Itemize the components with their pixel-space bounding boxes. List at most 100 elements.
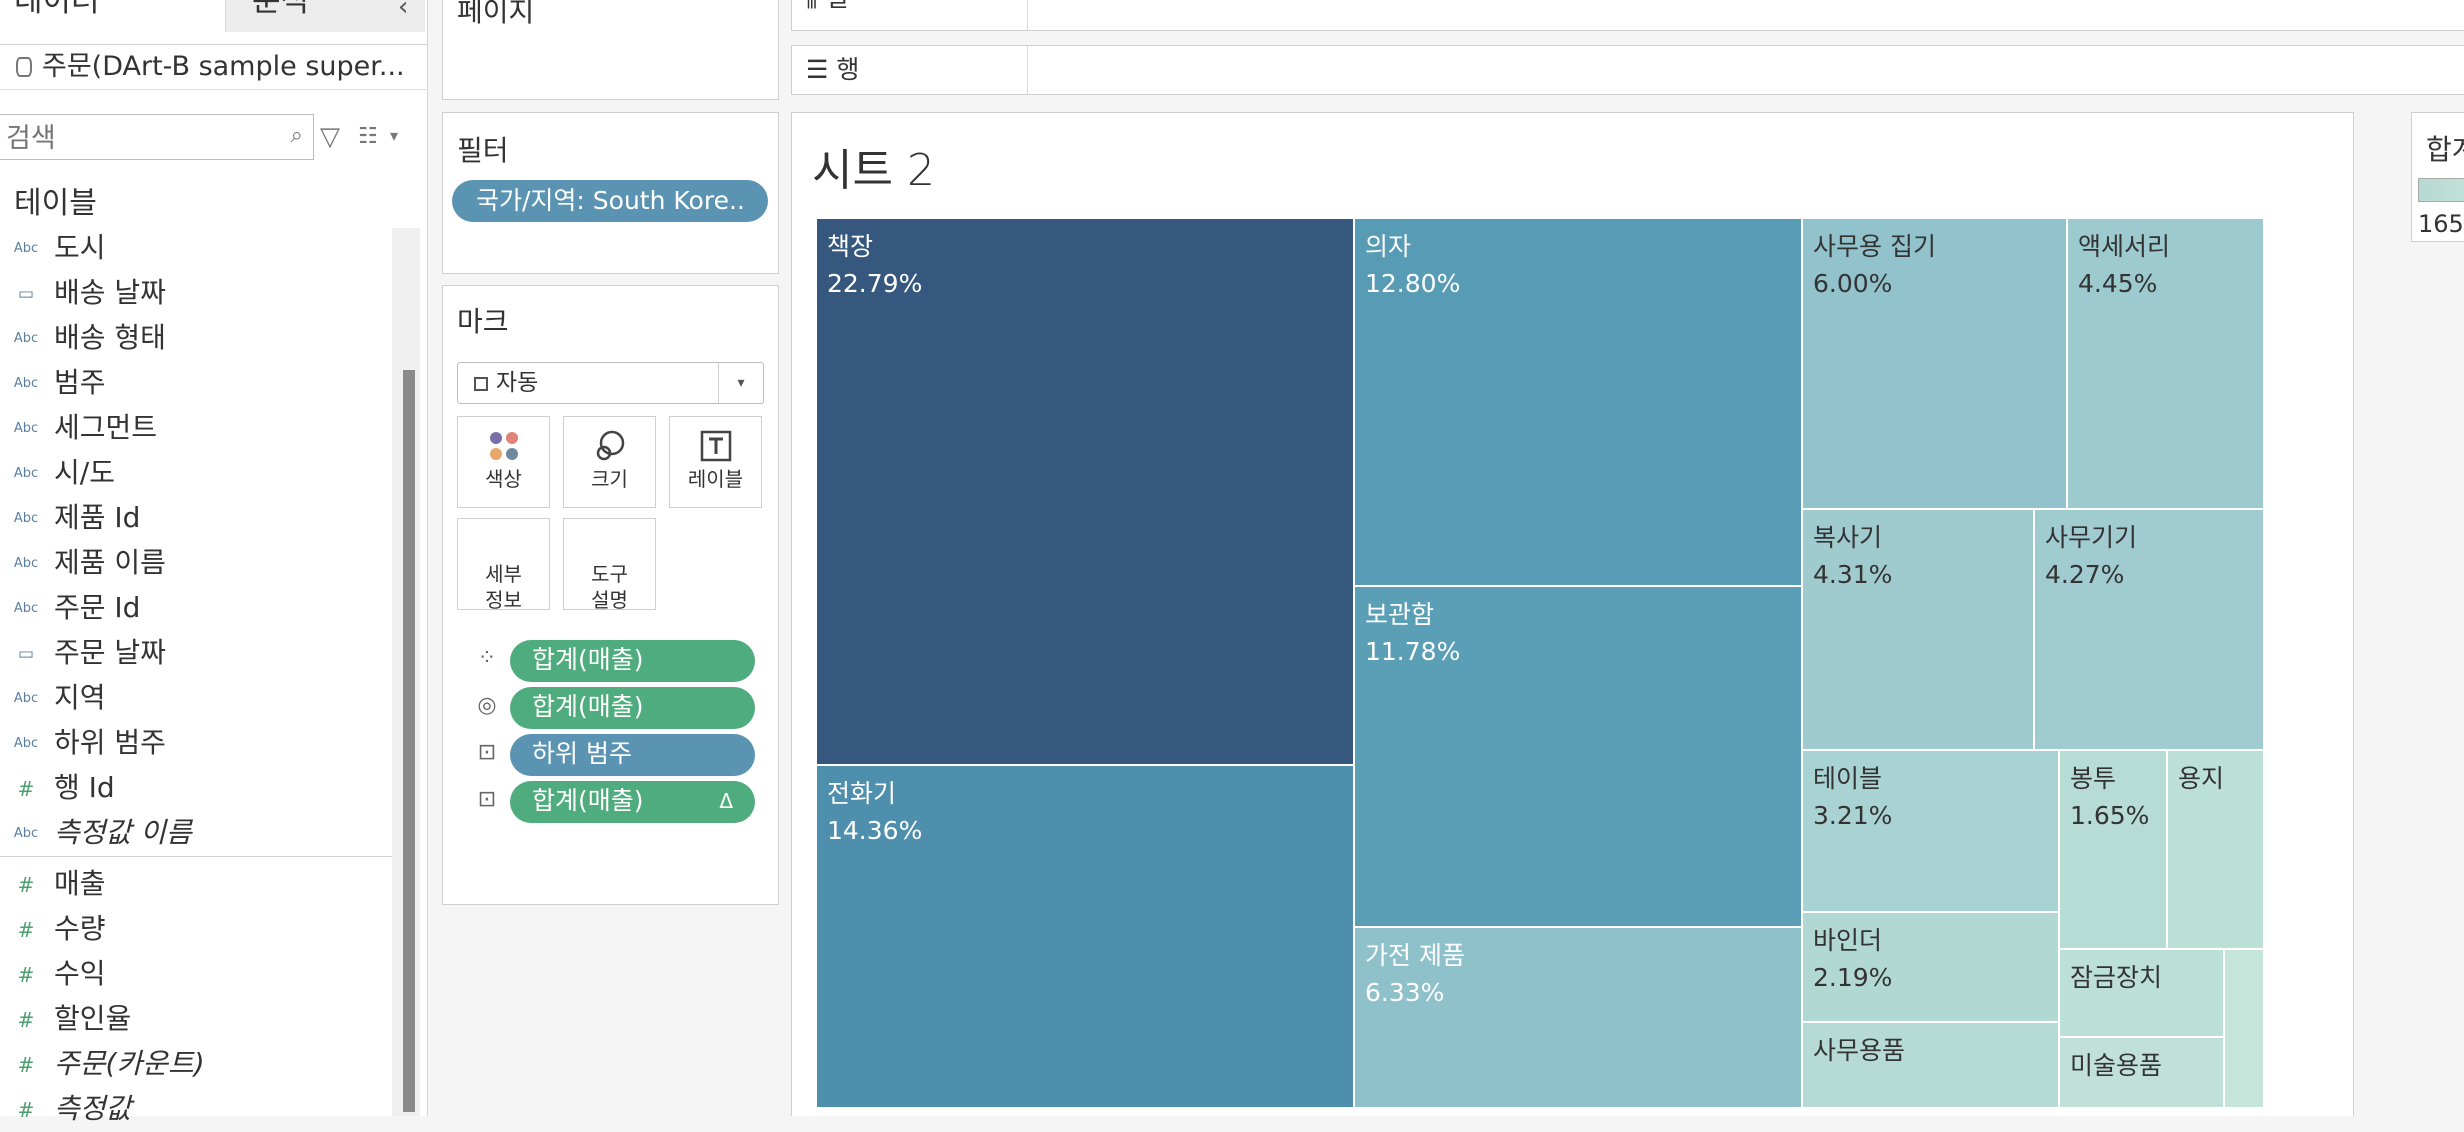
measure-field[interactable]: # 수익 <box>0 952 392 996</box>
date-type-icon: ▭ <box>17 284 35 304</box>
treemap-tile[interactable] <box>2223 948 2265 1108</box>
treemap-rect[interactable] <box>1801 218 2068 510</box>
dimension-field[interactable]: Abc 지역 <box>0 676 392 720</box>
tile-category-label: 사무용 집기 <box>1813 232 1936 261</box>
treemap-tile[interactable]: 사무용품 <box>1801 1021 2060 1108</box>
marks-tooltip-button[interactable]: 도구 설명 <box>563 518 656 612</box>
chevron-down-icon[interactable]: ▾ <box>390 126 398 145</box>
marks-pill[interactable]: 하위 범주 <box>510 734 755 776</box>
dimension-field[interactable]: ▭ 배송 날짜 <box>0 271 392 315</box>
search-icon[interactable]: ⌕ <box>291 123 303 148</box>
measure-field[interactable]: # 주문(카운트) <box>0 1042 392 1086</box>
dimension-field[interactable]: Abc 배송 형태 <box>0 316 392 360</box>
treemap-chart[interactable]: 책장 22.79% 전화기 14.36% 의자 12.80% 보관함 11.78% 가전 제품 6… <box>816 218 2266 1108</box>
treemap-tile[interactable]: 바인더 2.19% <box>1801 911 2060 1023</box>
treemap-tile[interactable]: 사무용 집기 6.00% <box>1801 218 2068 510</box>
number-type-icon: # <box>17 963 35 987</box>
treemap-tile[interactable]: 보관함 11.78% <box>1353 585 1803 928</box>
string-type-icon: Abc <box>13 556 39 571</box>
tile-category-label: 봉투 <box>2070 764 2116 793</box>
treemap-tile[interactable]: 액세서리 4.45% <box>2066 218 2265 510</box>
marks-pill[interactable]: 합계(매출) <box>510 640 755 682</box>
tile-category-label: 전화기 <box>827 779 896 808</box>
tile-category-label: 미술용품 <box>2070 1051 2162 1080</box>
marks-label-button[interactable]: 레이블 <box>669 416 762 508</box>
rows-shelf[interactable]: ☰ 행 <box>791 45 2464 95</box>
field-name: 배송 형태 <box>54 321 166 354</box>
dimension-field[interactable]: Abc 측정값 이름 <box>0 811 392 855</box>
measure-field[interactable]: # 매출 <box>0 862 392 906</box>
mark-type-dropdown[interactable]: 자동 ▾ <box>457 362 764 404</box>
tab-analysis[interactable]: 분석 <box>225 0 425 32</box>
treemap-rect[interactable] <box>2223 948 2265 1108</box>
dimension-field[interactable]: Abc 세그먼트 <box>0 406 392 450</box>
tile-percent-label: 22.79% <box>827 269 922 298</box>
treemap-tile[interactable]: 가전 제품 6.33% <box>1353 926 1803 1108</box>
dimension-field[interactable]: Abc 시/도 <box>0 451 392 495</box>
field-search-box[interactable]: ⌕ <box>0 114 314 160</box>
list-view-icon[interactable]: ☷ <box>358 124 378 149</box>
treemap-tile[interactable]: 책장 22.79% <box>816 218 1355 766</box>
datasource-item[interactable]: 주문(DArt-B sample super... <box>0 44 428 90</box>
field-name: 제품 이름 <box>54 546 166 579</box>
pages-shelf[interactable]: 페이지 <box>442 0 779 100</box>
scrollbar-thumb[interactable] <box>403 370 415 1112</box>
field-name: 지역 <box>54 681 106 714</box>
treemap-tile[interactable]: 사무기기 4.27% <box>2033 508 2265 751</box>
dimension-field[interactable]: Abc 도시 <box>0 226 392 270</box>
treemap-tile[interactable]: 테이블 3.21% <box>1801 749 2060 913</box>
dimension-field[interactable]: # 행 Id <box>0 766 392 810</box>
columns-label: ⫼ 열 <box>792 0 1028 30</box>
measure-field[interactable]: # 측정값 <box>0 1087 392 1131</box>
tile-percent-label: 4.27% <box>2045 560 2124 589</box>
marks-detail-button[interactable]: 세부 정보 <box>457 518 550 612</box>
tile-percent-label: 12.80% <box>1365 269 1460 298</box>
treemap-rect[interactable] <box>2066 218 2265 510</box>
measure-field[interactable]: # 수량 <box>0 907 392 951</box>
measure-field[interactable]: # 할인율 <box>0 997 392 1041</box>
treemap-rect[interactable] <box>1801 1021 2060 1108</box>
tile-percent-label: 4.31% <box>1813 560 1892 589</box>
tile-category-label: 잠금장치 <box>2070 963 2162 992</box>
dimension-field[interactable]: Abc 제품 이름 <box>0 541 392 585</box>
sheet-title[interactable]: 시트 2 <box>812 134 935 198</box>
treemap-tile[interactable]: 봉투 1.65% <box>2058 749 2168 950</box>
legend-title: 합계 <box>2426 133 2464 166</box>
label-icon: ⊡ <box>477 787 497 812</box>
treemap-tile[interactable]: 복사기 4.31% <box>1801 508 2035 751</box>
tile-category-label: 책장 <box>827 232 873 261</box>
string-type-icon: Abc <box>13 376 39 391</box>
dimension-field[interactable]: Abc 주문 Id <box>0 586 392 630</box>
treemap-tile[interactable]: 전화기 14.36% <box>816 764 1355 1108</box>
dimension-field[interactable]: Abc 범주 <box>0 361 392 405</box>
detail-label: 세부 정보 <box>485 562 522 612</box>
filter-icon[interactable]: ▽ <box>320 122 340 152</box>
marks-color-button[interactable]: 색상 <box>457 416 550 508</box>
treemap-tile[interactable]: 잠금장치 <box>2058 948 2225 1038</box>
dimension-field[interactable]: ▭ 주문 날짜 <box>0 631 392 675</box>
tile-category-label: 액세서리 <box>2078 232 2170 261</box>
number-type-icon: # <box>17 873 35 897</box>
chevron-down-icon[interactable]: ▾ <box>718 363 763 403</box>
dimension-field[interactable]: Abc 제품 Id <box>0 496 392 540</box>
string-type-icon: Abc <box>13 466 39 481</box>
dimension-field[interactable]: Abc 하위 범주 <box>0 721 392 765</box>
marks-pill[interactable]: 합계(매출) Δ <box>510 781 755 823</box>
search-input[interactable] <box>4 120 278 156</box>
treemap-tile[interactable]: 용지 <box>2166 749 2265 950</box>
field-name: 측정값 <box>54 1092 132 1125</box>
treemap-tile[interactable]: 미술용품 <box>2058 1036 2225 1108</box>
filter-pill-country[interactable]: 국가/지역: South Kore.. <box>452 180 768 222</box>
treemap-rect[interactable] <box>816 218 1355 766</box>
marks-size-button[interactable]: 크기 <box>563 416 656 508</box>
marks-pill[interactable]: 합계(매출) <box>510 687 755 729</box>
size-icon <box>564 417 655 467</box>
field-name: 세그먼트 <box>54 411 158 444</box>
collapse-pane-icon[interactable]: ‹ <box>398 0 426 20</box>
tab-data[interactable]: 데이터 <box>0 0 225 32</box>
columns-shelf[interactable]: ⫼ 열 <box>791 0 2464 31</box>
label-icon: ⊡ <box>477 740 497 765</box>
field-name: 매출 <box>54 867 106 900</box>
treemap-tile[interactable]: 의자 12.80% <box>1353 218 1803 587</box>
date-type-icon: ▭ <box>17 644 35 664</box>
